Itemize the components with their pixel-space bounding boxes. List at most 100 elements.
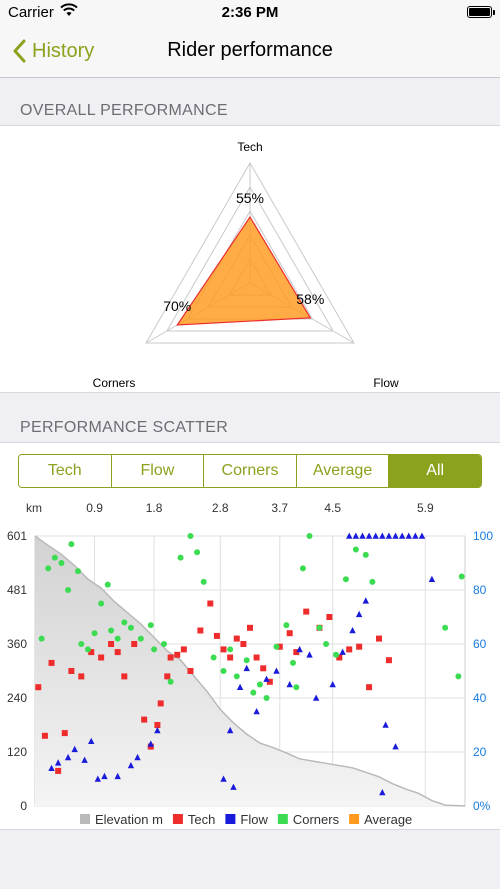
point-tech xyxy=(174,651,181,658)
point-tech xyxy=(303,608,310,615)
radar-axis-label-flow: Flow xyxy=(373,376,399,390)
point-tech xyxy=(114,649,121,656)
point-corners xyxy=(151,646,158,653)
point-tech xyxy=(356,643,363,650)
point-corners xyxy=(342,576,349,583)
legend-average-label: Average xyxy=(364,812,412,827)
point-corners xyxy=(243,657,250,664)
tab-flow[interactable]: Flow xyxy=(111,455,205,487)
point-corners xyxy=(227,646,234,653)
point-tech xyxy=(366,684,373,691)
point-corners xyxy=(220,668,227,674)
point-corners xyxy=(58,560,65,566)
x-tick: 2.8 xyxy=(212,501,229,515)
point-corners xyxy=(263,695,270,701)
point-tech xyxy=(61,730,68,737)
point-tech xyxy=(121,673,128,680)
point-corners xyxy=(458,573,465,580)
scatter-chart: 0 0% 120 20 240 40 360 60 481 80 601 100 km 0.9 1.8 2.8… xyxy=(7,501,493,827)
radar-chart: Tech Flow Corners 55% 58% 70% xyxy=(93,140,399,390)
point-corners xyxy=(104,581,111,588)
point-tech xyxy=(197,627,204,634)
y-tick-left: 120 xyxy=(7,745,27,759)
radar-value-corners: 70% xyxy=(163,298,191,314)
point-tech xyxy=(48,659,55,666)
tab-all[interactable]: All xyxy=(389,455,481,487)
x-axis-unit: km xyxy=(26,501,42,515)
tab-tech[interactable]: Tech xyxy=(19,455,112,487)
tab-average[interactable]: Average xyxy=(296,455,390,487)
point-corners xyxy=(127,624,134,631)
legend-flow-label: Flow xyxy=(240,812,268,827)
point-tech xyxy=(131,641,138,647)
battery-icon xyxy=(467,6,495,18)
radar-value-flow: 58% xyxy=(296,291,324,307)
point-corners xyxy=(147,622,154,629)
y-tick-right: 40 xyxy=(473,691,487,705)
x-tick: 4.5 xyxy=(324,501,341,515)
page-title: Rider performance xyxy=(167,39,333,61)
radar-value-tech: 55% xyxy=(236,190,264,206)
point-tech xyxy=(180,646,187,653)
x-tick: 1.8 xyxy=(146,501,163,515)
point-tech xyxy=(286,630,293,637)
tab-corners[interactable]: Corners xyxy=(204,455,297,487)
point-tech xyxy=(253,654,260,661)
point-tech xyxy=(55,767,62,774)
point-corners xyxy=(98,600,105,607)
point-tech xyxy=(233,635,240,642)
y-tick-right: 60 xyxy=(473,637,487,651)
point-tech xyxy=(68,668,75,674)
point-tech xyxy=(187,668,194,674)
point-corners xyxy=(194,549,201,556)
point-corners xyxy=(455,673,462,680)
y-tick-left: 481 xyxy=(7,583,27,597)
point-corners xyxy=(233,673,240,680)
point-corners xyxy=(369,578,376,585)
legend-corners-swatch xyxy=(277,814,288,824)
legend-flow-swatch xyxy=(225,814,236,824)
point-corners xyxy=(108,627,115,634)
point-tech xyxy=(167,654,174,661)
point-corners xyxy=(84,646,91,653)
point-tech xyxy=(35,684,42,691)
point-corners xyxy=(187,533,194,539)
y-tick-right: 100 xyxy=(473,529,493,543)
point-corners xyxy=(323,641,330,647)
y-tick-left: 240 xyxy=(7,691,27,705)
point-corners xyxy=(75,568,81,575)
navigation-bar: History Rider performance xyxy=(0,26,500,78)
y-tick-right: 80 xyxy=(473,583,487,597)
point-tech xyxy=(213,632,220,639)
point-corners xyxy=(316,624,323,631)
point-corners xyxy=(78,641,85,647)
y-tick-left: 0 xyxy=(20,799,27,813)
point-corners xyxy=(362,551,369,558)
point-tech xyxy=(157,700,164,707)
point-tech xyxy=(220,646,227,653)
point-tech xyxy=(108,641,115,647)
legend-elevation-label: Elevation m xyxy=(95,812,163,827)
point-tech xyxy=(376,635,382,642)
point-tech xyxy=(78,673,85,680)
point-corners xyxy=(177,554,184,561)
point-corners xyxy=(293,684,300,691)
y-tick-right: 0% xyxy=(473,799,491,813)
legend-tech-label: Tech xyxy=(188,812,215,827)
point-corners xyxy=(114,635,121,642)
point-tech xyxy=(141,716,148,723)
point-tech xyxy=(227,654,234,661)
legend-tech-swatch xyxy=(172,814,183,824)
y-tick-left: 360 xyxy=(7,637,27,651)
point-corners xyxy=(283,622,290,629)
point-corners xyxy=(161,641,167,647)
point-corners xyxy=(91,630,98,637)
performance-scatter-header: PERFORMANCE SCATTER xyxy=(20,419,229,436)
y-tick-left: 601 xyxy=(7,529,27,543)
point-tech xyxy=(41,732,48,739)
point-tech xyxy=(207,600,214,607)
point-corners xyxy=(442,624,449,631)
legend-elevation-swatch xyxy=(80,814,90,824)
point-corners xyxy=(352,546,359,553)
overall-performance-header: OVERALL PERFORMANCE xyxy=(20,102,228,119)
